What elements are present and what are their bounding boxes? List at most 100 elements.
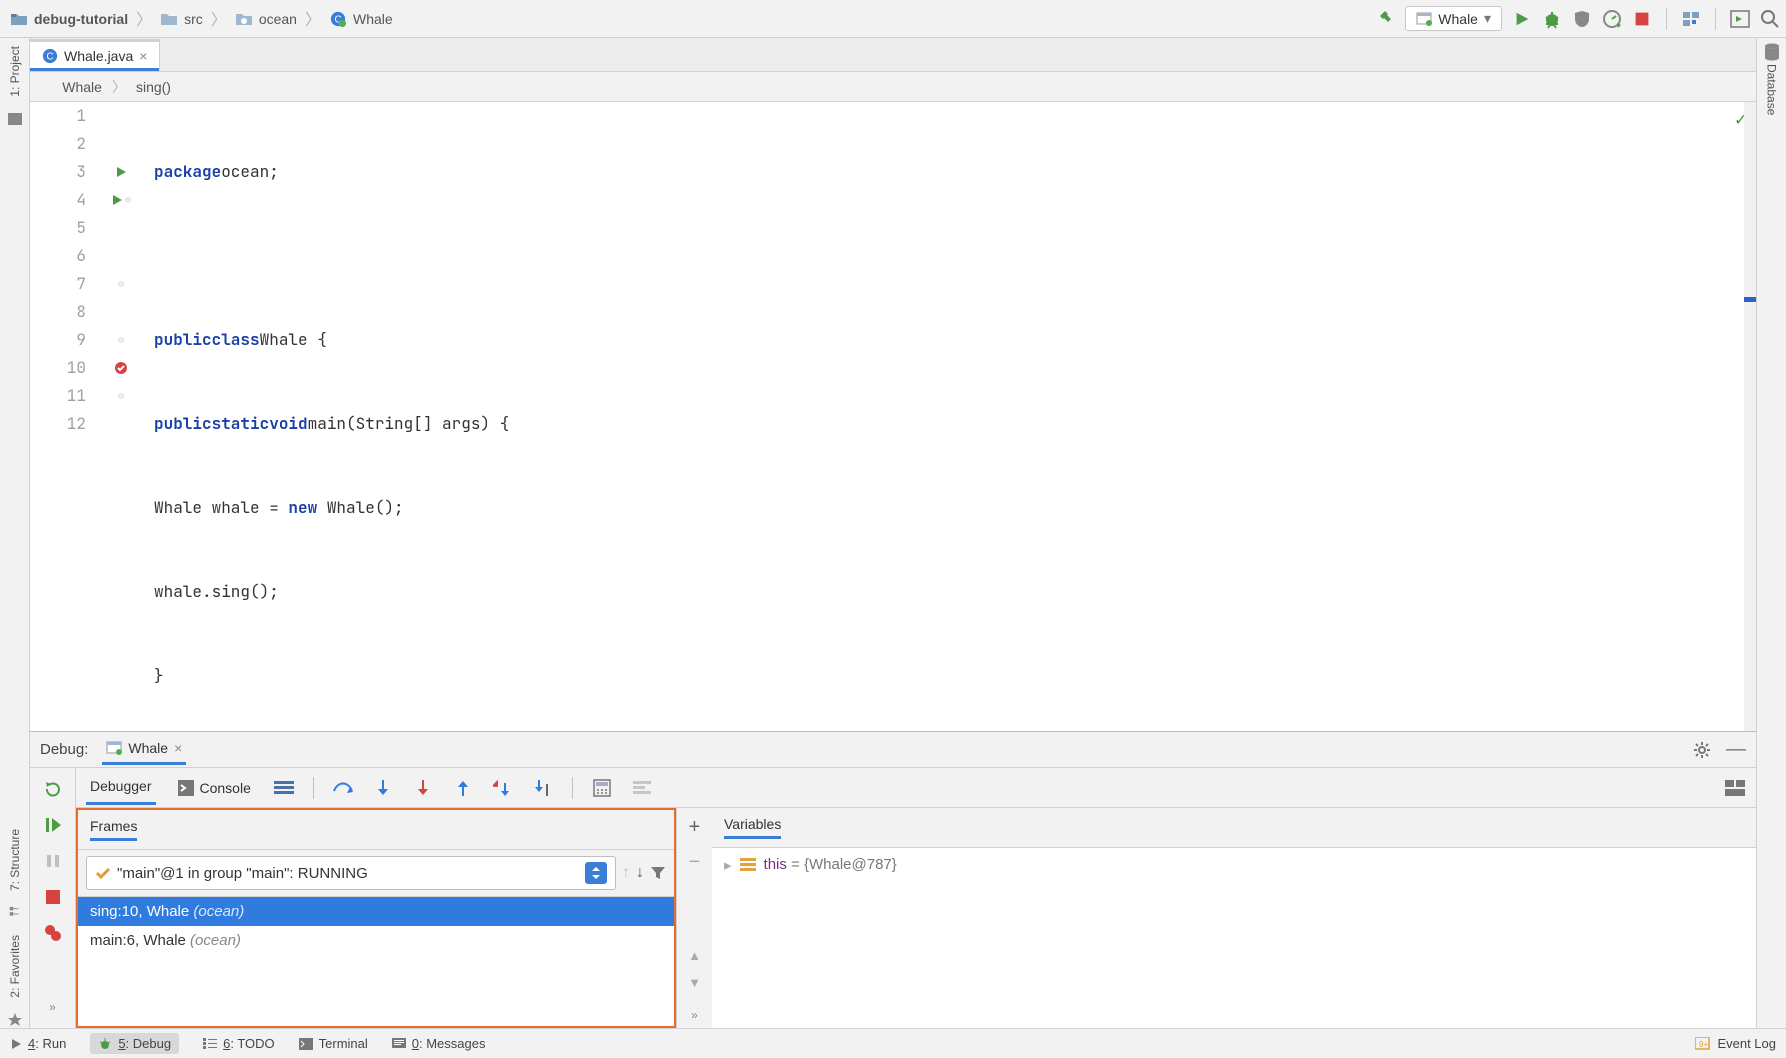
chevron-right-icon: 〉 — [305, 6, 321, 30]
crumb-class[interactable]: C Whale — [325, 9, 397, 29]
right-tool-rail: Database — [1756, 38, 1786, 1028]
gear-icon[interactable] — [1692, 740, 1712, 760]
profile-icon[interactable] — [1602, 9, 1622, 29]
layout-icon[interactable] — [1724, 777, 1746, 799]
rail-structure[interactable]: 7: Structure — [8, 825, 22, 895]
project-structure-icon[interactable] — [1681, 9, 1701, 29]
rail-database[interactable]: Database — [1765, 60, 1779, 119]
frame-row[interactable]: sing:10, Whale (ocean) — [78, 897, 674, 926]
line-number-gutter: 1 2 3 4 5 6 7 8 9 10 11 12 — [30, 102, 100, 731]
breakpoint-hit-icon[interactable] — [113, 360, 129, 376]
structure-rail-icon[interactable] — [7, 905, 23, 921]
database-icon[interactable] — [1764, 44, 1780, 60]
frame-row[interactable]: main:6, Whale (ocean) — [78, 926, 674, 955]
chevrons-icon[interactable]: » — [691, 1002, 698, 1028]
rail-project[interactable]: 1: Project — [8, 42, 22, 101]
run-icon — [10, 1038, 22, 1050]
crumb-package[interactable]: ocean — [231, 9, 301, 29]
thread-selector[interactable]: "main"@1 in group "main": RUNNING — [86, 856, 616, 890]
frames-side-controls: + − ▲ ▼ » — [676, 808, 712, 1028]
run-config-selector[interactable]: Whale ▾ — [1405, 6, 1502, 31]
variables-header: Variables — [712, 808, 1756, 848]
class-icon: C — [329, 11, 347, 27]
variables-body[interactable]: ▸ this = {Whale@787} — [712, 848, 1756, 1028]
trace-icon[interactable] — [631, 777, 653, 799]
bottom-todo[interactable]: 6: TODO — [203, 1036, 275, 1051]
step-out-icon[interactable] — [452, 777, 474, 799]
editor-breadcrumbs: ⠀ Whale 〉 sing() — [30, 72, 1756, 102]
bottom-messages[interactable]: 0: Messages — [392, 1036, 486, 1051]
crumb-src-label: src — [184, 11, 203, 27]
add-watch-icon[interactable]: + — [689, 816, 701, 839]
breadcrumbs: debug-tutorial 〉 src 〉 ocean 〉 C Whale — [6, 7, 397, 31]
step-into-icon[interactable] — [372, 777, 394, 799]
stop-icon[interactable] — [1632, 9, 1652, 29]
bottom-debug[interactable]: 5: Debug — [90, 1033, 179, 1054]
rerun-icon[interactable] — [42, 778, 64, 800]
editor-tab-whale[interactable]: C Whale.java × — [30, 39, 160, 70]
build-icon[interactable] — [1375, 9, 1395, 29]
coverage-icon[interactable] — [1572, 9, 1592, 29]
remove-watch-icon[interactable]: − — [689, 851, 701, 874]
up-icon[interactable]: ▲ — [688, 948, 701, 963]
editor-tab-label: Whale.java — [64, 48, 133, 64]
object-icon — [740, 856, 756, 872]
svg-text:9+: 9+ — [1699, 1040, 1708, 1049]
down-icon[interactable]: ▼ — [688, 975, 701, 990]
force-step-into-icon[interactable] — [412, 777, 434, 799]
minimize-icon[interactable]: — — [1726, 738, 1746, 761]
crumb-project[interactable]: debug-tutorial — [6, 9, 132, 29]
view-breakpoints-icon[interactable] — [42, 922, 64, 944]
class-icon: C — [42, 48, 58, 64]
folder-icon — [160, 11, 178, 27]
crumb-src[interactable]: src — [156, 9, 207, 29]
thread-label: "main"@1 in group "main": RUNNING — [117, 865, 368, 882]
expand-icon[interactable]: ▸ — [724, 856, 732, 874]
step-over-icon[interactable] — [332, 777, 354, 799]
filter-icon[interactable] — [650, 865, 666, 881]
run-gutter-icon[interactable] — [111, 194, 123, 206]
folder-icon — [10, 11, 28, 27]
tab-debugger[interactable]: Debugger — [86, 770, 156, 805]
close-icon[interactable]: × — [139, 48, 147, 64]
svg-text:C: C — [46, 52, 53, 63]
search-icon[interactable] — [1760, 9, 1780, 29]
tab-console[interactable]: Console — [174, 772, 255, 804]
close-icon[interactable]: × — [174, 740, 182, 756]
list-icon — [203, 1038, 217, 1050]
drop-frame-icon[interactable] — [492, 777, 514, 799]
chevron-right-icon: 〉 — [211, 6, 227, 30]
debug-title: Debug: — [40, 741, 88, 758]
chevrons-icon[interactable]: » — [42, 996, 64, 1018]
run-icon[interactable] — [1512, 9, 1532, 29]
bottom-event-log[interactable]: 9+ Event Log — [1695, 1036, 1776, 1051]
dropdown-caret-icon[interactable] — [585, 862, 607, 884]
debug-icon[interactable] — [1542, 9, 1562, 29]
evaluate-icon[interactable] — [591, 777, 613, 799]
pause-icon[interactable] — [42, 850, 64, 872]
bottom-run[interactable]: 4: Run — [10, 1036, 66, 1051]
separator — [1715, 8, 1716, 30]
run-gutter-icon[interactable] — [115, 166, 127, 178]
bottom-terminal[interactable]: Terminal — [299, 1036, 368, 1051]
blank-crumb: ⠀ — [42, 78, 52, 95]
star-icon[interactable] — [7, 1012, 23, 1028]
code-editor[interactable]: 1 2 3 4 5 6 7 8 9 10 11 12 ⊖ — [30, 102, 1756, 731]
crumb-package-label: ocean — [259, 11, 297, 27]
run-to-cursor-icon[interactable] — [532, 777, 554, 799]
project-rail-icon[interactable] — [7, 111, 23, 127]
frames-list[interactable]: sing:10, Whale (ocean) main:6, Whale (oc… — [78, 897, 674, 1026]
prev-frame-icon[interactable]: ↑ — [622, 864, 630, 882]
stop-icon[interactable] — [42, 886, 64, 908]
code-area[interactable]: package ocean; public class Whale { publ… — [142, 102, 1756, 731]
run-anything-icon[interactable] — [1730, 9, 1750, 29]
threads-icon[interactable] — [273, 777, 295, 799]
next-frame-icon[interactable]: ↓ — [636, 864, 644, 882]
crumb-method-inner[interactable]: sing() — [136, 79, 171, 95]
crumb-class-inner[interactable]: Whale — [62, 79, 102, 95]
editor-scrollbar[interactable] — [1744, 102, 1756, 731]
rail-favorites[interactable]: 2: Favorites — [8, 931, 22, 1002]
toolbar-actions: Whale ▾ — [1375, 6, 1780, 31]
debug-session-tab[interactable]: Whale × — [102, 734, 186, 765]
resume-icon[interactable] — [42, 814, 64, 836]
